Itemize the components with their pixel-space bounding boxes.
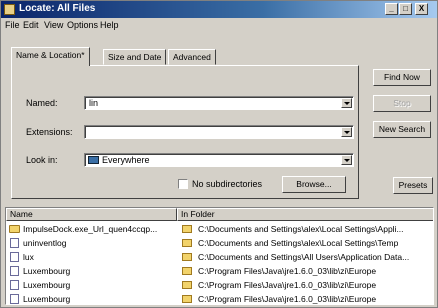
file-icon (10, 266, 19, 276)
browse-button[interactable]: Browse... (282, 176, 346, 193)
table-row[interactable]: Luxembourg C:\Program Files\Java\jre1.6.… (6, 264, 433, 279)
folder-icon (182, 225, 192, 233)
minimize-button[interactable]: _ (385, 3, 398, 15)
folder-icon (182, 281, 192, 289)
close-button[interactable]: X (415, 3, 428, 15)
locate-window: Locate: All Files _ □ X File Edit View O… (0, 0, 438, 308)
no-subdirectories-checkbox[interactable] (178, 179, 188, 189)
chevron-down-icon[interactable] (341, 155, 352, 165)
row-name: Luxembourg (23, 266, 71, 276)
stop-button[interactable]: Stop (373, 95, 431, 112)
folder-icon (182, 267, 192, 275)
row-name: Luxembourg (23, 294, 71, 304)
table-row[interactable]: Luxembourg C:\Program Files\Java\jre1.6.… (6, 278, 433, 293)
table-row[interactable]: Luxembourg C:\Program Files\Java\jre1.6.… (6, 292, 433, 304)
file-icon (10, 294, 19, 304)
column-header-name[interactable]: Name (6, 208, 177, 221)
row-folder: C:\Documents and Settings\alex\Local Set… (198, 224, 404, 234)
folder-icon (182, 295, 192, 303)
folder-icon (9, 225, 20, 233)
row-folder: C:\Program Files\Java\jre1.6.0_03\lib\zi… (198, 294, 377, 304)
chevron-down-icon[interactable] (341, 127, 352, 137)
row-folder: C:\Documents and Settings\All Users\Appl… (198, 252, 410, 262)
app-icon (4, 4, 15, 15)
table-row[interactable]: ImpulseDock.exe_Url_quen4ccqp... C:\Docu… (6, 222, 433, 237)
extensions-label: Extensions: (26, 127, 73, 137)
lookin-value: Everywhere (102, 155, 150, 165)
no-subdirectories-label: No subdirectories (192, 179, 263, 189)
file-icon (10, 238, 19, 248)
lookin-combobox[interactable]: Everywhere (84, 153, 354, 167)
chevron-down-icon[interactable] (341, 98, 352, 108)
lookin-label: Look in: (26, 155, 58, 165)
table-row[interactable]: lux C:\Documents and Settings\All Users\… (6, 250, 433, 265)
title-bar[interactable]: Locate: All Files _ □ X (1, 1, 437, 18)
tab-size-date[interactable]: Size and Date (103, 49, 167, 65)
results-list[interactable]: Name In Folder ImpulseDock.exe_Url_quen4… (5, 207, 434, 305)
menu-options[interactable]: Options (67, 20, 98, 30)
column-header-in-folder[interactable]: In Folder (177, 208, 433, 221)
folder-icon (182, 253, 192, 261)
presets-button[interactable]: Presets (393, 177, 433, 194)
menu-file[interactable]: File (5, 20, 20, 30)
tab-advanced[interactable]: Advanced (168, 49, 216, 65)
tab-panel: Named: lin Extensions: Look in: Everywhe… (11, 65, 359, 199)
row-name: ImpulseDock.exe_Url_quen4ccqp... (23, 224, 158, 234)
row-folder: C:\Program Files\Java\jre1.6.0_03\lib\zi… (198, 266, 377, 276)
file-icon (10, 280, 19, 290)
row-folder: C:\Program Files\Java\jre1.6.0_03\lib\zi… (198, 280, 377, 290)
new-search-button[interactable]: New Search (373, 121, 431, 138)
row-name: uninventlog (23, 238, 67, 248)
menu-edit[interactable]: Edit (23, 20, 39, 30)
named-value: lin (89, 98, 99, 108)
extensions-combobox[interactable] (84, 125, 354, 139)
row-name: Luxembourg (23, 280, 71, 290)
named-label: Named: (26, 98, 58, 108)
menu-view[interactable]: View (44, 20, 63, 30)
menu-help[interactable]: Help (100, 20, 119, 30)
named-combobox[interactable]: lin (84, 96, 354, 110)
find-now-button[interactable]: Find Now (373, 69, 431, 86)
row-name: lux (23, 252, 34, 262)
computer-icon (88, 156, 99, 164)
window-title: Locate: All Files (19, 3, 96, 14)
tab-name-location[interactable]: Name & Location* (11, 47, 90, 66)
folder-icon (182, 239, 192, 247)
table-row[interactable]: uninventlog C:\Documents and Settings\al… (6, 236, 433, 251)
row-folder: C:\Documents and Settings\alex\Local Set… (198, 238, 399, 248)
file-icon (10, 252, 19, 262)
search-tabs: Name & Location* Size and Date Advanced … (11, 47, 359, 199)
maximize-button[interactable]: □ (399, 3, 412, 15)
menu-bar: File Edit View Options Help (1, 18, 437, 33)
